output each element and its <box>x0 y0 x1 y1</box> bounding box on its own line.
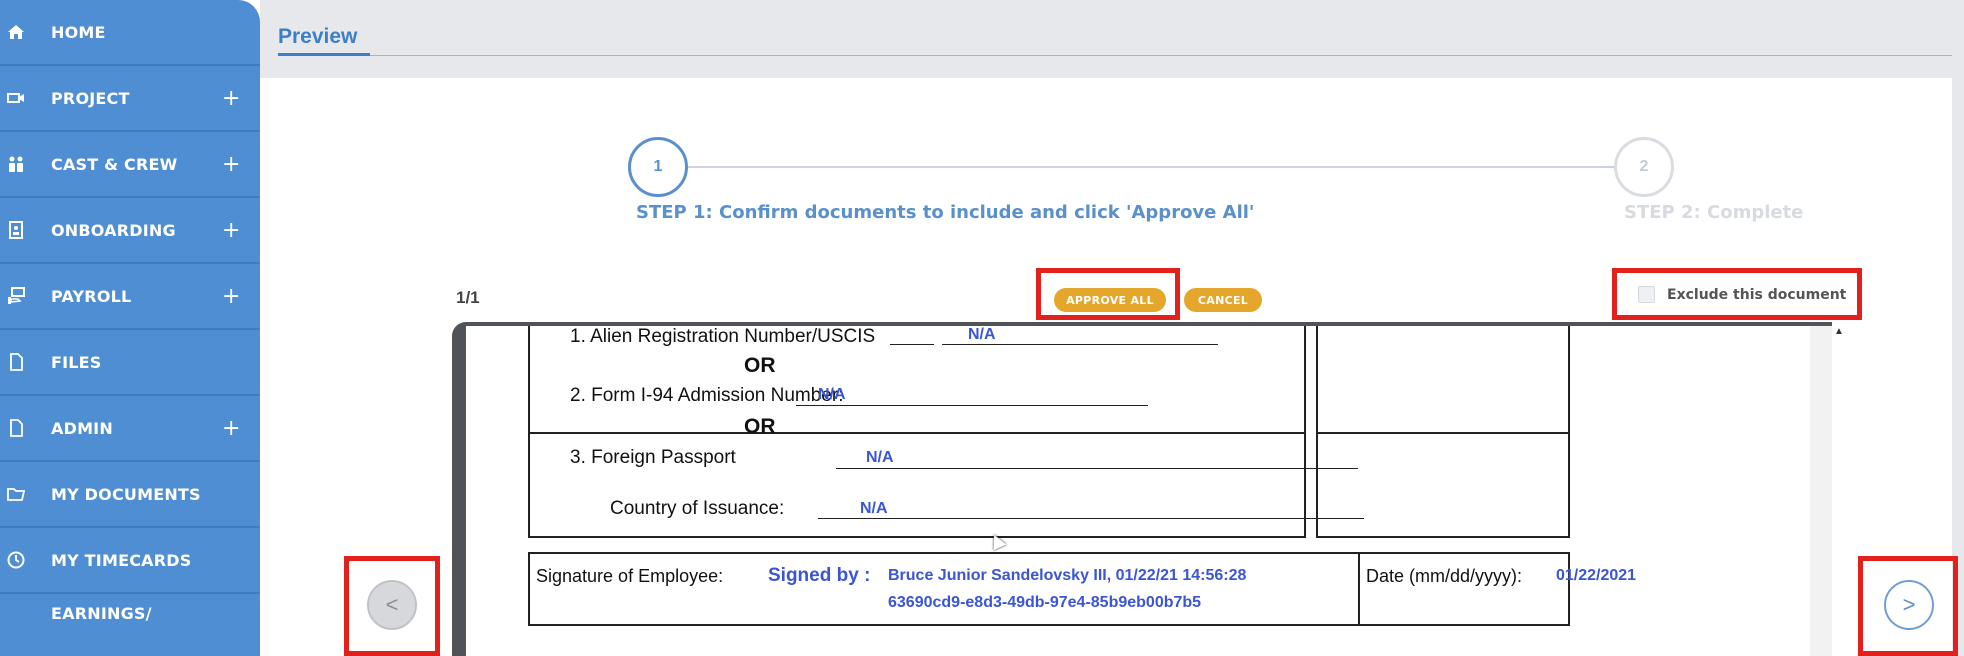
signature-label: Signature of Employee: <box>536 566 724 586</box>
sidebar-item-cast-crew[interactable]: CAST & CREW + <box>0 132 260 198</box>
step-1-indicator: 1 <box>628 137 688 197</box>
file-icon <box>10 419 23 437</box>
sidebar-item-label: PROJECT <box>51 88 130 108</box>
money-hand-icon <box>8 287 25 304</box>
sidebar-item-label: EARNINGS/ <box>51 604 152 623</box>
sidebar-item-label: PAYROLL <box>51 286 132 306</box>
underline <box>890 344 934 345</box>
sidebar-item-home[interactable]: HOME <box>0 0 260 66</box>
signature-hash: 63690cd9-e8d3-49db-97e4-85b9eb00b7b5 <box>888 594 1202 611</box>
step-2-label: STEP 2: Complete <box>1624 202 1804 223</box>
document-scrollbar[interactable] <box>1810 326 1832 656</box>
or-label: OR <box>744 354 776 377</box>
home-icon <box>8 25 24 39</box>
expand-plus-icon[interactable]: + <box>222 218 241 243</box>
signed-by-value: Bruce Junior Sandelovsky III, 01/22/21 1… <box>888 567 1247 584</box>
top-bar <box>260 0 1964 78</box>
step-2-indicator: 2 <box>1614 137 1674 197</box>
sidebar-item-my-documents[interactable]: MY DOCUMENTS <box>0 462 260 528</box>
document-page: 1. Alien Registration Number/USCIS N/A O… <box>466 326 1810 656</box>
sidebar-item-files[interactable]: FILES <box>0 330 260 396</box>
highlight-previous-button <box>344 556 440 656</box>
folder-icon <box>7 488 26 501</box>
i94-admission-value: N/A <box>818 386 846 403</box>
sidebar-item-label: FILES <box>51 352 102 372</box>
badge-icon <box>9 221 23 239</box>
people-icon <box>9 156 23 172</box>
tab-preview[interactable]: Preview <box>278 25 357 49</box>
signature-box <box>528 552 1570 626</box>
highlight-next-button <box>1858 556 1958 656</box>
file-icon <box>10 353 23 371</box>
i94-admission-label: 2. Form I-94 Admission Number: <box>570 385 844 406</box>
highlight-approve-all <box>1036 268 1180 320</box>
underline <box>942 344 1218 345</box>
sidebar-item-label: MY DOCUMENTS <box>51 484 201 504</box>
document-side-box-lower <box>1316 434 1570 538</box>
signature-divider <box>1358 552 1360 626</box>
date-label: Date (mm/dd/yyyy): <box>1366 566 1523 586</box>
alien-registration-label: 1. Alien Registration Number/USCIS <box>570 326 876 347</box>
sidebar-item-project[interactable]: PROJECT + <box>0 66 260 132</box>
cancel-button[interactable]: CANCEL <box>1184 288 1262 312</box>
tab-divider <box>370 55 1952 56</box>
sidebar-item-label: CAST & CREW <box>51 154 178 174</box>
expand-plus-icon[interactable]: + <box>222 416 241 441</box>
active-tab-indicator <box>278 53 370 56</box>
sidebar-item-admin[interactable]: ADMIN + <box>0 396 260 462</box>
expand-plus-icon[interactable]: + <box>222 86 241 111</box>
clock-icon <box>7 551 25 569</box>
sidebar-item-earnings[interactable]: EARNINGS/ <box>0 594 260 634</box>
sidebar-item-label: ONBOARDING <box>51 220 176 240</box>
document-section-box-lower <box>528 434 1306 538</box>
sidebar-item-onboarding[interactable]: ONBOARDING + <box>0 198 260 264</box>
sidebar-item-label: ADMIN <box>51 418 113 438</box>
video-camera-icon <box>7 93 24 103</box>
underline <box>796 405 1148 406</box>
page-counter: 1/1 <box>456 288 480 307</box>
sidebar-item-my-timecards[interactable]: MY TIMECARDS <box>0 528 260 594</box>
stepper-connector <box>688 166 1614 168</box>
sidebar-item-payroll[interactable]: PAYROLL + <box>0 264 260 330</box>
sidebar-item-label: HOME <box>51 22 106 42</box>
expand-plus-icon[interactable]: + <box>222 152 241 177</box>
alien-registration-value: N/A <box>968 326 996 343</box>
step-1-label: STEP 1: Confirm documents to include and… <box>636 202 1255 223</box>
document-side-box <box>1316 326 1570 434</box>
sidebar: HOME PROJECT + CAST & CREW + ONBOARDING … <box>0 0 260 656</box>
sidebar-item-label: MY TIMECARDS <box>51 550 192 570</box>
highlight-exclude-document <box>1612 268 1862 320</box>
signed-by-label: Signed by : <box>768 565 871 586</box>
date-value: 01/22/2021 <box>1556 567 1637 584</box>
expand-plus-icon[interactable]: + <box>222 284 241 309</box>
scroll-up-icon[interactable]: ▲ <box>1834 326 1844 337</box>
